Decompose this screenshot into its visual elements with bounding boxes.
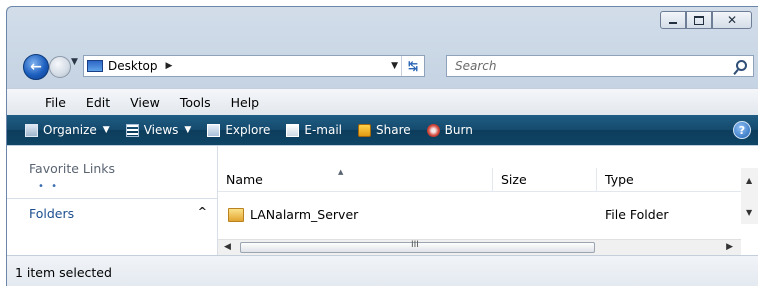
scroll-down-icon[interactable]: ▼	[746, 208, 752, 217]
share-icon	[358, 123, 371, 137]
menu-help[interactable]: Help	[221, 95, 270, 110]
explore-icon	[207, 123, 221, 137]
vertical-scrollbar[interactable]: ▲ ▼	[741, 168, 758, 224]
share-button[interactable]: Share	[358, 123, 411, 137]
file-name: LANalarm_Server	[250, 207, 359, 222]
column-header-row: ▲ Name Size Type	[218, 168, 741, 192]
maximize-icon	[694, 15, 704, 25]
burn-button[interactable]: Burn	[426, 123, 473, 137]
menu-view[interactable]: View	[120, 95, 170, 110]
chevron-up-icon[interactable]: ^	[198, 205, 207, 218]
help-button[interactable]: ?	[733, 121, 751, 139]
file-row[interactable]: LANalarm_Server File Folder	[218, 204, 741, 225]
column-size-label: Size	[501, 172, 527, 187]
back-arrow-icon: ←	[30, 59, 42, 75]
organize-dropdown-icon: ▼	[102, 125, 110, 135]
desktop-icon	[87, 60, 103, 72]
recent-pages-dropdown[interactable]: ▼	[71, 57, 78, 67]
refresh-button[interactable]: ↹	[401, 56, 424, 76]
folders-label: Folders	[29, 205, 75, 221]
scroll-grip-icon: III	[411, 240, 419, 250]
horizontal-scroll-thumb[interactable]: III	[240, 240, 595, 253]
explorer-window: ✕ ← ▼ Desktop ▶ ▼ ↹ Search File Edit Vie…	[6, 6, 758, 286]
organize-button[interactable]: Organize ▼	[25, 123, 110, 137]
caption-buttons: ✕	[660, 11, 752, 29]
search-input[interactable]: Search	[446, 55, 754, 77]
organize-icon	[25, 123, 38, 137]
help-icon: ?	[738, 123, 746, 137]
favorite-links-heading: Favorite Links	[29, 161, 116, 176]
views-button[interactable]: Views ▼	[125, 123, 192, 137]
views-dropdown-icon: ▼	[184, 125, 192, 135]
scroll-up-icon[interactable]: ▲	[746, 176, 752, 185]
address-bar[interactable]: Desktop ▶ ▼ ↹	[83, 55, 425, 77]
column-type-label: Type	[605, 172, 634, 187]
back-button[interactable]: ←	[23, 54, 49, 80]
navigation-pane: Favorite Links • • Folders ^	[7, 146, 218, 255]
horizontal-scrollbar[interactable]: ◀ III ▶	[218, 239, 741, 256]
favorite-links-overflow-icon[interactable]: • •	[38, 181, 59, 192]
breadcrumb-desktop[interactable]: Desktop	[108, 59, 158, 73]
address-dropdown-icon[interactable]: ▼	[391, 61, 398, 71]
email-label: E-mail	[304, 123, 342, 137]
maximize-button[interactable]	[686, 11, 712, 29]
close-icon: ✕	[726, 13, 738, 27]
email-button[interactable]: E-mail	[286, 123, 342, 137]
navigation-bar: ← ▼ Desktop ▶ ▼ ↹ Search	[7, 47, 758, 83]
minimize-button[interactable]	[660, 11, 686, 29]
explore-label: Explore	[225, 123, 271, 137]
refresh-icon: ↹	[407, 59, 419, 73]
column-header-name[interactable]: ▲ Name	[218, 168, 493, 191]
file-name-cell: LANalarm_Server	[218, 204, 493, 225]
search-placeholder: Search	[455, 59, 497, 73]
minimize-icon	[669, 22, 677, 24]
folder-icon	[228, 207, 244, 222]
explore-button[interactable]: Explore	[207, 123, 270, 137]
status-bar: 1 item selected	[7, 255, 758, 286]
command-toolbar: Organize ▼ Views ▼ Explore E-mail Share …	[7, 115, 758, 145]
burn-icon	[426, 123, 440, 137]
burn-label: Burn	[444, 123, 473, 137]
scroll-left-icon[interactable]: ◀	[224, 242, 231, 252]
forward-button[interactable]	[49, 56, 71, 78]
search-icon[interactable]	[736, 60, 747, 71]
file-list-pane: ▲ Name Size Type LANalarm_Server File Fo…	[218, 146, 758, 256]
menu-tools[interactable]: Tools	[170, 95, 221, 110]
column-header-size[interactable]: Size	[493, 168, 597, 191]
status-text: 1 item selected	[15, 265, 112, 280]
column-name-label: Name	[226, 172, 263, 187]
column-header-type[interactable]: Type	[597, 168, 741, 191]
file-size-cell	[493, 204, 597, 225]
sort-ascending-icon: ▲	[338, 168, 344, 176]
file-type-cell: File Folder	[605, 207, 669, 222]
share-label: Share	[376, 123, 411, 137]
menu-file[interactable]: File	[7, 95, 76, 110]
email-icon	[286, 123, 300, 137]
scroll-right-icon[interactable]: ▶	[726, 242, 733, 252]
views-icon	[125, 123, 139, 137]
breadcrumb-arrow-icon[interactable]: ▶	[166, 61, 173, 71]
views-label: Views	[143, 123, 179, 137]
menu-bar: File Edit View Tools Help	[7, 88, 758, 116]
folders-header[interactable]: Folders ^	[7, 198, 217, 227]
close-button[interactable]: ✕	[712, 11, 752, 29]
menu-edit[interactable]: Edit	[76, 95, 120, 110]
organize-label: Organize	[43, 123, 97, 137]
